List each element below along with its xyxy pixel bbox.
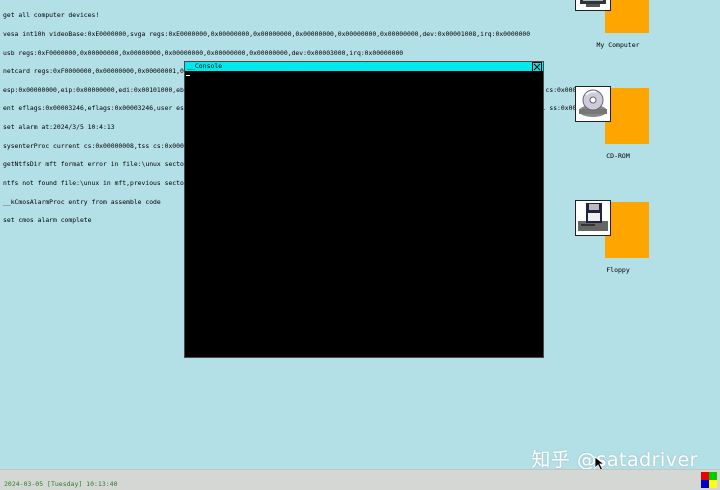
close-icon — [533, 63, 541, 71]
cd-rom-icon — [575, 86, 611, 122]
start-icon-square — [709, 480, 717, 488]
start-icon-square — [701, 480, 709, 488]
desktop-icon-label: Floppy — [606, 266, 630, 274]
console-title: __Console — [187, 62, 223, 70]
icon-tile — [605, 88, 649, 144]
desktop-icon-label: My Computer — [596, 41, 640, 49]
console-titlebar[interactable]: __Console — [185, 62, 543, 72]
desktop-icon-my-computer[interactable]: My Computer — [575, 0, 655, 57]
watermark: 知乎 @satadriver — [531, 449, 698, 471]
desktop-icon-label: CD-ROM — [606, 152, 630, 160]
taskbar-clock: 2024-03-05 [Tuesday] 10:13:40 — [4, 480, 118, 488]
start-icon — [701, 472, 709, 480]
computer-icon — [575, 0, 611, 11]
floppy-icon — [575, 200, 611, 236]
console-caret — [186, 75, 190, 76]
start-icon-square — [709, 472, 717, 480]
desktop-icon-cd-rom[interactable]: CD-ROM — [575, 86, 655, 168]
close-button[interactable] — [532, 62, 542, 72]
desktop-icon-floppy[interactable]: Floppy — [575, 200, 655, 282]
icon-tile — [605, 0, 649, 33]
console-window[interactable]: __Console — [184, 61, 544, 358]
start-button[interactable] — [701, 472, 717, 488]
icon-tile — [605, 202, 649, 258]
taskbar: 2024-03-05 [Tuesday] 10:13:40 — [0, 469, 720, 490]
